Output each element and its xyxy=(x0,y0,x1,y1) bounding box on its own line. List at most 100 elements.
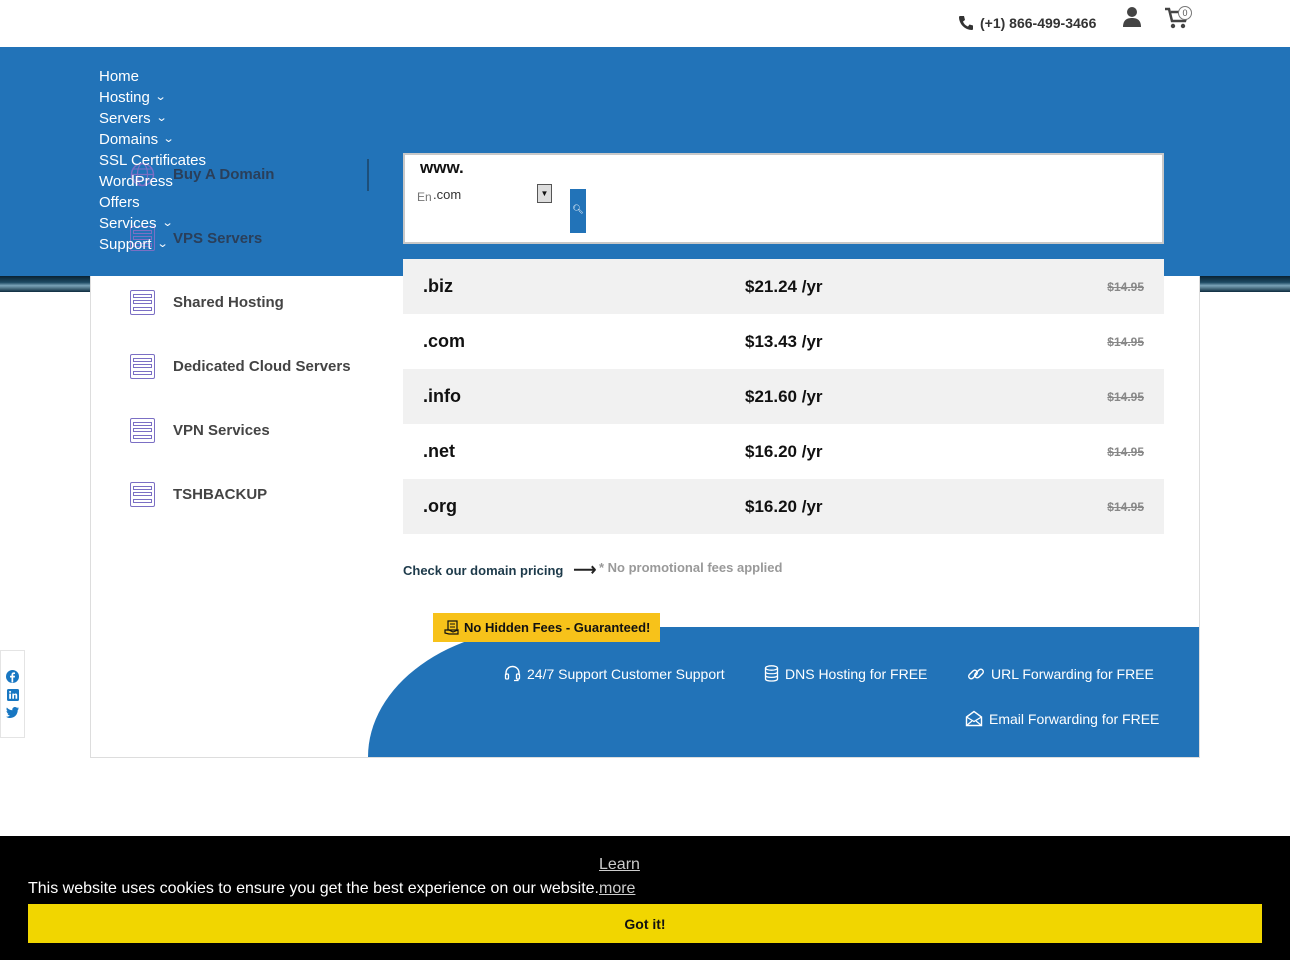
sidebar-item-label: Shared Hosting xyxy=(173,294,284,311)
tld-old-price: $14.95 xyxy=(1107,499,1144,514)
cookie-message: This website uses cookies to ensure you … xyxy=(28,880,635,898)
tld-old-price: $14.95 xyxy=(1107,279,1144,294)
sidebar-active-divider xyxy=(367,159,369,191)
tld-old-price: $14.95 xyxy=(1107,334,1144,349)
sidebar-item-tshbackup[interactable]: TSHBACKUP xyxy=(130,482,267,507)
price-row: .info $21.60 /yr $14.95 xyxy=(403,369,1164,424)
tld-name: .info xyxy=(423,386,461,406)
sidebar-item-shared-hosting[interactable]: Shared Hosting xyxy=(130,290,284,315)
domain-pricing-link[interactable]: Check our domain pricing ⟶ xyxy=(403,560,596,580)
tld-name: .biz xyxy=(423,276,453,296)
tld-name: .com xyxy=(423,331,466,351)
database-icon xyxy=(764,665,779,682)
feature-label: URL Forwarding for FREE xyxy=(991,666,1154,682)
feature-url-forwarding: URL Forwarding for FREE xyxy=(967,665,1154,683)
pricing-link-label: Check our domain pricing xyxy=(403,562,564,578)
nav-label: Hosting xyxy=(99,89,150,106)
server-icon xyxy=(130,418,155,443)
sidebar-item-label: TSHBACKUP xyxy=(173,486,268,503)
twitter-icon[interactable] xyxy=(6,707,19,718)
nav-item-support[interactable]: Support ⌄ xyxy=(99,234,206,255)
feature-label: 24/7 Support Customer Support xyxy=(527,665,725,682)
price-row: .org $16.20 /yr $14.95 xyxy=(403,479,1164,534)
chevron-down-icon: ⌄ xyxy=(154,91,167,103)
nav-item-offers[interactable]: Offers xyxy=(99,192,206,213)
badge-label: No Hidden Fees - Guaranteed! xyxy=(464,620,651,635)
tld-selected-value: .com xyxy=(433,186,462,202)
chevron-down-icon: ⌄ xyxy=(161,217,174,229)
main-nav: Home Hosting ⌄ Servers ⌄ Domains ⌄ SSL Cert… xyxy=(99,66,206,255)
nav-label: Servers xyxy=(99,110,151,127)
cookie-accept-button[interactable]: Got it! xyxy=(28,904,1262,943)
cookie-more-link[interactable]: more xyxy=(599,880,635,897)
phone-link[interactable]: (+1) 866-499-3466 xyxy=(958,15,1096,31)
money-hand-icon xyxy=(444,619,459,635)
nav-label: Services xyxy=(99,215,157,232)
nav-item-home[interactable]: Home xyxy=(99,66,206,87)
linkedin-icon[interactable] xyxy=(6,689,19,701)
feature-label: DNS Hosting for FREE xyxy=(785,665,928,682)
nav-item-wordpress[interactable]: WordPress xyxy=(99,171,206,192)
nav-label: Home xyxy=(99,68,140,85)
feature-dns: DNS Hosting for FREE xyxy=(764,665,927,682)
sidebar-item-label: VPN Services xyxy=(173,422,270,439)
headset-icon xyxy=(504,665,521,682)
feature-email-forwarding: Email Forwarding for FREE xyxy=(965,710,1159,727)
cookie-message-text: This website uses cookies to ensure you … xyxy=(28,880,599,897)
phone-number: (+1) 866-499-3466 xyxy=(980,15,1097,31)
search-icon: 🔍︎ xyxy=(572,204,584,214)
arrow-right-icon: ⟶ xyxy=(573,562,597,579)
envelope-icon xyxy=(965,710,983,727)
nav-label: Support xyxy=(99,236,152,253)
nav-item-services[interactable]: Services ⌄ xyxy=(99,213,206,234)
tld-old-price: $14.95 xyxy=(1107,444,1144,459)
search-button[interactable]: 🔍︎ xyxy=(570,189,586,233)
nav-item-domains[interactable]: Domains ⌄ xyxy=(99,129,206,150)
sidebar-item-dedicated-cloud[interactable]: Dedicated Cloud Servers xyxy=(130,354,351,379)
feature-label: Email Forwarding for FREE xyxy=(989,710,1160,727)
cookie-learn-link[interactable]: Learn xyxy=(599,856,640,874)
chevron-down-icon: ⌄ xyxy=(156,238,169,250)
tld-price: $13.43 /yr xyxy=(745,331,823,351)
tld-name: .net xyxy=(423,441,456,461)
nav-label: Domains xyxy=(99,131,159,148)
tld-select[interactable]: .com xyxy=(433,183,553,205)
server-icon xyxy=(130,354,155,379)
cart-count-badge: 0 xyxy=(1178,6,1192,20)
tld-price: $21.24 /yr xyxy=(745,276,823,296)
tld-price: $21.60 /yr xyxy=(745,386,823,406)
nav-item-servers[interactable]: Servers ⌄ xyxy=(99,108,206,129)
chevron-down-icon: ⌄ xyxy=(155,112,168,124)
promo-note: * No promotional fees applied xyxy=(599,560,783,575)
tld-price: $16.20 /yr xyxy=(745,441,823,461)
www-prefix: www. xyxy=(420,158,464,177)
nav-label: WordPress xyxy=(99,173,173,190)
sidebar-item-label: Dedicated Cloud Servers xyxy=(173,358,351,375)
link-icon xyxy=(968,668,984,680)
price-row: .com $13.43 /yr $14.95 xyxy=(403,314,1164,369)
price-row: .net $16.20 /yr $14.95 xyxy=(403,424,1164,479)
sidebar-item-vpn[interactable]: VPN Services xyxy=(130,418,270,443)
feature-support: 24/7 Support Customer Support xyxy=(504,665,725,682)
domain-price-table: .biz $21.24 /yr $14.95 .com $13.43 /yr $… xyxy=(403,259,1164,534)
nav-item-hosting[interactable]: Hosting ⌄ xyxy=(99,87,206,108)
tld-old-price: $14.95 xyxy=(1107,389,1144,404)
chevron-down-icon[interactable]: ▼ xyxy=(537,184,552,203)
social-share-bar xyxy=(0,650,25,738)
user-icon[interactable] xyxy=(1122,6,1142,28)
domain-search-input[interactable] xyxy=(417,187,431,207)
no-hidden-fees-badge: No Hidden Fees - Guaranteed! xyxy=(433,613,660,642)
top-bar: (+1) 866-499-3466 0 xyxy=(0,0,1290,47)
nav-label: Offers xyxy=(99,194,140,211)
facebook-icon[interactable] xyxy=(6,670,19,683)
tld-price: $16.20 /yr xyxy=(745,496,823,516)
nav-item-ssl[interactable]: SSL Certificates xyxy=(99,150,206,171)
nav-label: SSL Certificates xyxy=(99,152,206,169)
tld-name: .org xyxy=(423,496,457,516)
price-row: .biz $21.24 /yr $14.95 xyxy=(403,259,1164,314)
server-icon xyxy=(130,290,155,315)
phone-icon xyxy=(959,16,973,30)
features-band xyxy=(368,627,1199,757)
domain-search-box: www. .com ▼ 🔍︎ xyxy=(403,153,1164,244)
server-icon xyxy=(130,482,155,507)
